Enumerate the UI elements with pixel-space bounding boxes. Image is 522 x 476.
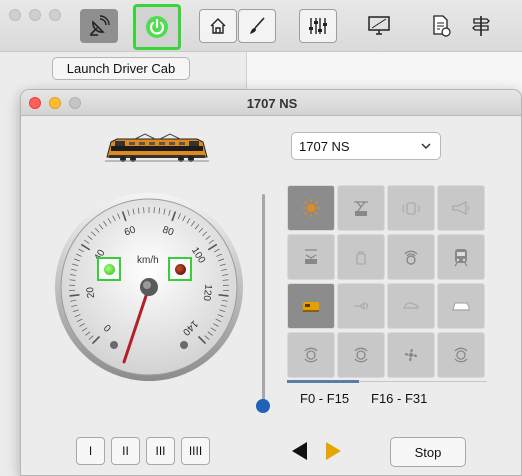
launch-driver-cab-button[interactable]: Launch Driver Cab [52,57,190,80]
connection-button[interactable] [80,9,118,43]
satellite-dish-icon [90,15,110,36]
function-button-f1[interactable] [337,185,385,231]
shunting-icon [403,302,419,309]
function-button-f4[interactable] [287,234,335,280]
pantograph-down-icon [305,249,317,264]
function-button-f2[interactable] [387,185,435,231]
fan-icon [404,348,418,362]
power-icon [146,16,168,38]
indicator-right[interactable] [168,257,192,281]
function-button-f8[interactable] [287,283,335,329]
function-button-f5[interactable] [337,234,385,280]
mixer-button[interactable] [299,9,337,43]
direction-forward-button[interactable] [318,436,348,466]
sound2-icon [354,347,368,363]
speed-major-tick [218,294,229,297]
gear-4-button[interactable]: IIII [181,437,210,465]
radio-icon [402,202,420,215]
locomotive-select[interactable]: 1707 NS [291,132,441,160]
function-button-f7[interactable] [437,234,485,280]
driver-cab-window: 1707 NS 1707 NS km/h 0 20 40 60 80 100 120 140 [20,89,522,476]
function-button-f12[interactable] [287,332,335,378]
signpost-button[interactable] [466,9,496,43]
display-button[interactable] [362,9,396,43]
signpost-icon [472,16,490,36]
pantograph-icon [354,201,368,216]
loco-icon [452,302,470,311]
power-button[interactable] [133,4,181,50]
bag-icon [356,251,366,265]
stop-button[interactable]: Stop [390,437,466,467]
tab-f0-f15[interactable]: F0 - F15 [300,391,349,406]
driver-cab-titlebar: 1707 NS [21,90,521,116]
speed-tick-label: 120 [200,284,214,302]
direction-reverse-button[interactable] [285,436,315,466]
wifi-sound-icon [404,250,418,265]
locomotive-image [105,133,209,162]
document-button[interactable] [426,9,456,43]
close-window-button[interactable] [9,9,21,21]
gear-2-button[interactable]: II [111,437,140,465]
document-refresh-icon [433,15,451,37]
throttle-slider-knob[interactable] [256,399,270,413]
light-icon [302,199,320,217]
arrow-left-icon [292,442,307,460]
cab-light-icon [303,302,319,312]
home-button[interactable] [199,9,237,43]
sound1-icon [304,347,318,363]
gear-1-button[interactable]: I [76,437,105,465]
whistle-icon [354,301,368,311]
speed-tick-label: 20 [85,286,98,300]
throttle-slider-track[interactable] [262,194,265,406]
zoom-window-button[interactable] [49,9,61,21]
main-toolbar [0,0,522,52]
speed-unit-label: km/h [137,255,159,266]
indicator-left[interactable] [97,257,121,281]
function-button-f13[interactable] [337,332,385,378]
horn-icon [452,200,470,216]
function-button-f3[interactable] [437,185,485,231]
function-button-f11[interactable] [437,283,485,329]
minimize-window-button[interactable] [29,9,41,21]
window-title: 1707 NS [246,96,298,111]
chevron-down-icon [421,143,431,150]
function-button-f14[interactable] [387,332,435,378]
arrow-right-icon [326,442,341,460]
function-button-f0[interactable] [287,185,335,231]
function-grid [287,185,487,381]
function-button-f10[interactable] [387,283,435,329]
tab-f16-f31[interactable]: F16 - F31 [371,391,427,406]
edit-button[interactable] [238,9,276,43]
indicator-right-lamp [174,263,186,275]
function-button-f6[interactable] [387,234,435,280]
brush-icon [250,17,265,34]
indicator-left-lamp [103,263,115,275]
home-icon [210,18,226,34]
gear-3-button[interactable]: III [146,437,175,465]
train-front-icon [454,249,468,267]
function-button-f15[interactable] [437,332,485,378]
speed-major-tick [69,294,80,297]
monitor-icon [368,16,390,35]
function-tab-indicator [287,380,359,383]
sound3-icon [454,347,468,363]
locomotive-select-value: 1707 NS [299,139,350,154]
function-button-f9[interactable] [337,283,385,329]
sliders-icon [309,18,327,34]
speedometer [55,193,243,381]
